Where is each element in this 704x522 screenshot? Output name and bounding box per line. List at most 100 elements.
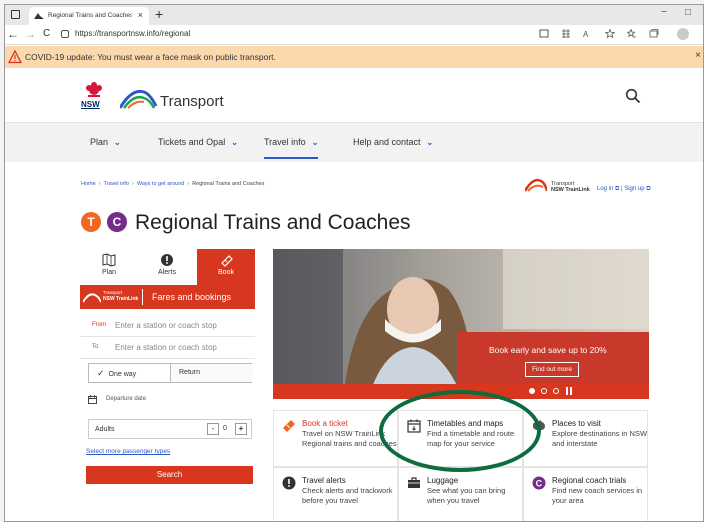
lock-icon[interactable] [61,30,69,38]
nsw-trainlink-logo-icon [525,178,547,192]
card-places-visit[interactable]: Places to visit Explore destinations in … [523,410,648,467]
new-tab-button[interactable]: + [155,6,163,22]
tab-title: Regional Trains and Coaches | tra [48,12,132,19]
refresh-button[interactable]: C [43,28,50,39]
ticket-icon [221,255,233,267]
search-button[interactable]: Search [86,466,253,484]
panel-tab-alerts[interactable]: Alerts [138,249,196,285]
from-input[interactable]: Enter a station or coach stop [115,321,217,330]
ticket-icon [283,420,295,432]
hero-banner: Book early and save up to 20% Find out m… [273,249,649,399]
departure-date-input[interactable]: Departure date [106,396,146,402]
trains-badge-icon: T [81,212,101,232]
nav-help-contact[interactable]: Help and contact ⌄ [353,137,433,147]
fares-title: Fares and bookings [152,292,232,302]
tab-close-icon[interactable]: × [138,10,143,20]
trainlink-swoosh-icon [83,293,101,303]
booking-panel-tabs: Plan Alerts Book [80,249,255,285]
breadcrumb-ways[interactable]: Ways to get around [137,181,185,187]
reading-view-icon[interactable] [539,29,549,38]
breadcrumb-home[interactable]: Home [81,181,96,187]
app-available-icon[interactable] [561,29,571,38]
svg-text:A: A [583,30,589,38]
card-desc: Explore destinations in NSW and intersta… [552,429,648,448]
fares-bookings-header: Transport NSW TrainLink Fares and bookin… [80,285,255,309]
from-field[interactable]: From Enter a station or coach stop [80,315,255,337]
address-bar: ← → C https://transportnsw.info/regional… [5,25,703,45]
carousel-dot[interactable] [553,388,559,394]
covid-banner-text: COVID-19 update: You must wear a face ma… [25,52,276,62]
card-regional-coach-trials[interactable]: C Regional coach trials Find new coach s… [523,467,648,521]
adults-label: Adults [95,426,115,433]
profile-avatar[interactable] [677,28,689,40]
departure-date-field[interactable]: Departure date [88,393,252,409]
transport-logo-icon[interactable] [120,86,160,110]
card-luggage[interactable]: Luggage See what you can bring when you … [398,467,523,521]
passenger-types-link[interactable]: Select more passenger types [86,448,170,455]
browser-window: Regional Trains and Coaches | tra × + − … [4,4,704,522]
one-way-option[interactable]: ✓ One way [89,364,171,382]
nav-travel-info[interactable]: Travel info ⌄ [264,137,319,159]
banner-close-icon[interactable]: × [695,50,701,61]
luggage-icon [408,477,420,488]
add-favorite-icon[interactable] [605,29,615,38]
card-book-ticket[interactable]: Book a ticket Travel on NSW TrainLink Re… [273,410,398,467]
search-icon[interactable] [625,88,641,104]
fares-logo-line1: Transport [103,290,123,295]
breadcrumb-separator: › [187,181,190,187]
transport-brand[interactable]: Transport [160,93,224,110]
read-aloud-icon[interactable]: A [583,29,593,38]
nav-travel-info-label: Travel info [264,137,306,147]
highlight-annotation-ring [379,390,541,472]
forward-button[interactable]: → [24,27,36,41]
carousel-dot[interactable] [541,388,547,394]
adults-value[interactable]: 0 [223,425,227,432]
login-signup-links[interactable]: Log in ⧉ | Sign up ⧉ [597,186,651,193]
chevron-down-icon: ⌄ [114,138,121,147]
one-way-label: One way [108,371,137,378]
fares-trainlink-logo: Transport NSW TrainLink [83,289,143,305]
panel-tab-book[interactable]: Book [197,249,255,285]
to-label: To [92,344,99,350]
minimize-button[interactable]: − [661,7,667,18]
to-input[interactable]: Enter a station or coach stop [115,343,217,352]
covid-banner: COVID-19 update: You must wear a face ma… [5,46,703,68]
return-option[interactable]: Return [171,364,253,382]
carousel-dot-active[interactable] [529,388,535,394]
tab-actions-icon[interactable] [11,10,20,19]
url-input[interactable]: https://transportnsw.info/regional [75,29,190,38]
nav-plan-label: Plan [90,137,109,147]
adults-decrement-button[interactable]: - [207,423,219,435]
to-field[interactable]: To Enter a station or coach stop [80,337,255,359]
pause-icon[interactable] [566,387,572,395]
browser-tab[interactable]: Regional Trains and Coaches | tra × [29,7,149,25]
from-label: From [92,322,106,328]
svg-text:C: C [536,478,543,488]
check-icon: ✓ [97,368,105,378]
panel-tab-plan-label: Plan [101,269,116,276]
card-desc: Check alerts and trackwork before you tr… [302,486,393,505]
nav-plan[interactable]: Plan ⌄ [90,137,121,147]
card-title: Places to visit [552,419,601,428]
browser-tab-bar: Regional Trains and Coaches | tra × + − … [5,5,703,25]
coach-badge-icon: C [532,476,546,490]
card-travel-alerts[interactable]: Travel alerts Check alerts and trackwork… [273,467,398,521]
back-button[interactable]: ← [7,27,19,41]
adults-increment-button[interactable]: + [235,423,247,435]
breadcrumb-travel-info[interactable]: Travel info [104,181,129,187]
nsw-label[interactable]: NSW [81,100,100,109]
find-out-more-button[interactable]: Find out more [525,362,579,377]
collections-icon[interactable] [649,29,659,38]
chevron-down-icon: ⌄ [426,138,434,147]
breadcrumb-separator: › [98,181,101,187]
page-title: Regional Trains and Coaches [135,211,411,234]
warning-icon [8,50,22,64]
panel-tab-plan[interactable]: Plan [80,249,138,285]
breadcrumb-separator: › [132,181,134,187]
adults-stepper: Adults - 0 + [88,419,252,439]
maximize-button[interactable]: □ [685,7,691,18]
nav-tickets-opal[interactable]: Tickets and Opal ⌄ [158,137,238,147]
favorites-icon[interactable] [627,29,637,38]
card-title: Travel alerts [302,476,346,485]
main-nav: Plan ⌄ Tickets and Opal ⌄ Travel info ⌄ Hel… [5,122,703,162]
